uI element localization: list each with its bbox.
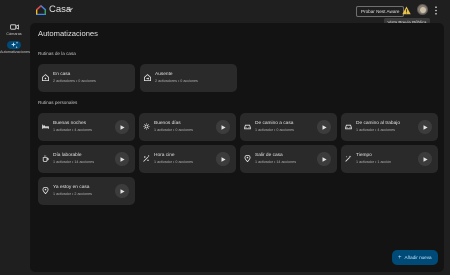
location-icon [244, 155, 251, 162]
play-icon [322, 156, 327, 162]
routine-name: Ya estoy en casa [53, 185, 90, 190]
routine-name: De camino al trabajo [356, 121, 400, 126]
routine-card-de-camino-al-trabajo[interactable]: De camino al trabajo 1 activador • 4 acci… [341, 113, 438, 141]
routine-card-de-camino-a-casa[interactable]: De camino a casa 1 activador • 0 acciones [240, 113, 337, 141]
run-routine-button[interactable] [216, 152, 230, 166]
routine-summary: 1 activador • 4 acciones [356, 127, 396, 132]
routine-summary: 1 activador • 2 acciones [53, 191, 93, 196]
routine-name: Hora cine [154, 153, 175, 158]
play-icon [322, 124, 327, 130]
plus-icon: + [398, 255, 402, 261]
routine-card-salir-de-casa[interactable]: Salir de casa 1 activador • 14 acciones [240, 145, 337, 173]
movie-icon [143, 155, 150, 162]
play-icon [120, 156, 125, 162]
run-routine-button[interactable] [418, 152, 432, 166]
play-icon [120, 124, 125, 130]
page-title: Automatizaciones [38, 29, 98, 38]
run-routine-button[interactable] [115, 152, 129, 166]
add-new-label: Añadir nueva [404, 255, 432, 260]
routine-summary: 1 activador • 0 acciones [255, 127, 295, 132]
routine-name: Día laborable [53, 153, 82, 158]
run-routine-button[interactable] [115, 184, 129, 198]
nav-label-automations: Automatizaciones [0, 50, 30, 54]
car-icon [345, 124, 352, 130]
routine-summary: 1 activador • 0 acciones [154, 127, 194, 132]
avatar[interactable] [417, 4, 428, 15]
bed-icon [42, 124, 49, 129]
nav-item-cameras[interactable]: Cámaras [0, 23, 28, 36]
nav-item-automations[interactable]: Automatizaciones [0, 41, 30, 54]
routine-name: De camino a casa [255, 121, 294, 126]
run-routine-button[interactable] [418, 120, 432, 134]
section-title-household: Rutinas de la casa [38, 51, 76, 56]
routine-card-tiempo[interactable]: Tiempo 1 activador • 1 acción [341, 145, 438, 173]
run-routine-button[interactable] [216, 120, 230, 134]
away-icon [144, 74, 151, 81]
navigation-rail: Cámaras Automatizaciones [0, 22, 30, 275]
camera-icon [7, 23, 21, 31]
routine-card-dia-laborable[interactable]: Día laborable 1 activador • 14 acciones [38, 145, 135, 173]
play-icon [423, 156, 428, 162]
routine-summary: 1 activador • 1 acción [356, 159, 392, 164]
run-routine-button[interactable] [317, 120, 331, 134]
routine-name: Salir de casa [255, 153, 283, 158]
run-routine-button[interactable] [115, 120, 129, 134]
routine-name: Buenos días [154, 121, 181, 126]
routine-summary: 2 activadores • 0 acciones [155, 78, 198, 83]
car-icon [244, 124, 251, 130]
routine-summary: 2 activadores • 0 acciones [53, 78, 96, 83]
chevron-down-icon[interactable] [67, 7, 73, 12]
play-icon [423, 124, 428, 130]
run-routine-button[interactable] [317, 152, 331, 166]
routine-name: Tiempo [356, 153, 372, 158]
add-new-button[interactable]: + Añadir nueva [392, 250, 438, 265]
coffee-icon [42, 155, 49, 162]
routine-summary: 1 activador • 4 acciones [53, 127, 93, 132]
magic-icon [345, 155, 352, 162]
routine-summary: 1 activador • 0 acciones [154, 159, 194, 164]
google-home-logo-icon [36, 5, 46, 15]
try-nest-aware-button[interactable]: Probar Nest Aware [356, 6, 405, 17]
play-icon [221, 124, 226, 130]
routine-name: Ausente [155, 72, 173, 77]
sun-icon [143, 123, 150, 130]
routine-card-buenas-noches[interactable]: Buenas noches 1 activador • 4 acciones [38, 113, 135, 141]
routine-name: En casa [53, 72, 71, 77]
top-bar: Casa Probar Nest Aware [0, 0, 450, 22]
routine-summary: 1 activador • 14 acciones [53, 159, 95, 164]
home-icon [42, 74, 49, 81]
routine-card-en-casa[interactable]: En casa 2 activadores • 0 acciones [38, 64, 135, 92]
nav-label-cameras: Cámaras [6, 32, 22, 36]
automations-icon [7, 41, 21, 49]
section-title-personal: Rutinas personales [38, 100, 78, 105]
routine-card-buenos-dias[interactable]: Buenos días 1 activador • 0 acciones [139, 113, 236, 141]
routine-card-ausente[interactable]: Ausente 2 activadores • 0 acciones [140, 64, 237, 92]
warning-icon[interactable] [402, 6, 411, 15]
more-vert-icon[interactable] [434, 6, 438, 15]
routine-card-hora-cine[interactable]: Hora cine 1 activador • 0 acciones [139, 145, 236, 173]
routine-summary: 1 activador • 14 acciones [255, 159, 297, 164]
play-icon [221, 156, 226, 162]
routine-card-ya-estoy-en-casa[interactable]: Ya estoy en casa 1 activador • 2 acciones [38, 177, 135, 205]
routine-name: Buenas noches [53, 121, 87, 126]
play-icon [120, 188, 125, 194]
location-icon [42, 187, 49, 194]
main-panel: Automatizaciones Rutinas de la casa En c… [30, 23, 444, 272]
